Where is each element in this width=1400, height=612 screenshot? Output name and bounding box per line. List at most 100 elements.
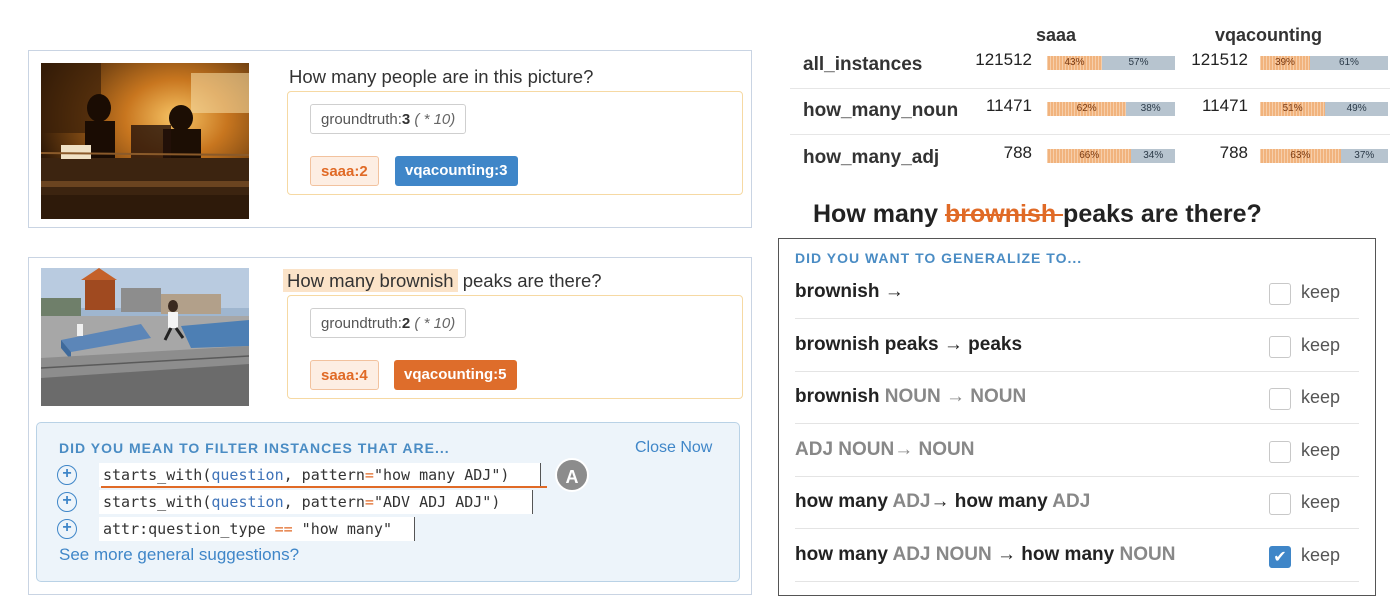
answer-box: groundtruth:2 ( * 10) saaa:4 vqacounting… xyxy=(287,295,743,399)
filter-suggestion[interactable]: + starts_with(question, pattern="how man… xyxy=(57,458,717,492)
question-text: How many brownish peaks are there? xyxy=(283,269,602,292)
rule-text: brownish → xyxy=(795,281,904,302)
saaa-prediction-chip[interactable]: saaa:2 xyxy=(310,156,379,186)
checkmark-icon: ✔ xyxy=(1273,548,1287,566)
struck-word: brownish xyxy=(944,200,1064,228)
row-divider xyxy=(790,88,1390,89)
generalize-option[interactable]: how many ADJ NOUN → how many NOUN ✔ keep xyxy=(795,530,1359,582)
bar-segment-a: 66% xyxy=(1047,149,1132,163)
more-suggestions-link[interactable]: See more general suggestions? xyxy=(59,545,299,565)
bar-segment-b: 61% xyxy=(1309,56,1388,70)
answer-box: groundtruth:3 ( * 10) saaa:2 vqacounting… xyxy=(287,91,743,195)
generalize-rule: brownish → xyxy=(795,281,904,303)
stat-count-vqacounting: 788 xyxy=(1219,143,1248,162)
filter-suggestion[interactable]: + starts_with(question, pattern="ADV ADJ… xyxy=(57,490,717,514)
model-header-vqacounting: vqacounting xyxy=(1215,25,1322,45)
example-photo-1 xyxy=(41,63,249,219)
groundtruth-key: groundtruth: xyxy=(321,315,402,332)
stat-row-label: how_many_noun xyxy=(803,100,959,121)
filter-code: attr:question_type == "how many" xyxy=(99,517,415,541)
groundtruth-note: ( * 10) xyxy=(414,315,456,332)
stat-bar-vqacounting: 39% 61% xyxy=(1260,56,1388,70)
stat-bar-vqacounting: 51% 49% xyxy=(1260,102,1388,116)
rule-text: brownish xyxy=(795,386,885,407)
generalize-option[interactable]: brownish peaks → peaks keep xyxy=(795,320,1359,372)
question-rest: peaks are there? xyxy=(457,270,602,291)
question-after: peaks are there? xyxy=(1063,200,1262,228)
rewritten-question: How many brownish peaks are there? xyxy=(813,200,1262,229)
pos-tag: NOUN → NOUN xyxy=(884,386,1027,407)
stat-count-saaa: 11471 xyxy=(985,96,1032,115)
filter-suggestion-panel: DID YOU MEAN TO FILTER INSTANCES THAT AR… xyxy=(36,422,740,582)
add-icon[interactable]: + xyxy=(57,492,77,512)
generalize-rule: brownish NOUN → NOUN xyxy=(795,386,1026,408)
generalize-option[interactable]: brownish NOUN → NOUN keep xyxy=(795,372,1359,424)
stat-count-saaa: 788 xyxy=(1003,143,1032,162)
filter-code: starts_with(question, pattern="ADV ADJ A… xyxy=(99,490,533,514)
keep-checkbox[interactable] xyxy=(1269,440,1291,463)
stat-count-vqacounting: 121512 xyxy=(1191,50,1248,69)
vqacounting-prediction-chip[interactable]: vqacounting:3 xyxy=(395,156,518,186)
example-photo-2 xyxy=(41,268,249,406)
bar-segment-b: 49% xyxy=(1325,102,1388,116)
generalize-rule: brownish peaks → peaks xyxy=(795,334,1022,356)
generalize-rule: ADJ NOUN→ NOUN xyxy=(795,439,974,461)
groundtruth-value: 2 xyxy=(401,315,411,332)
bar-segment-b: 37% xyxy=(1340,149,1388,163)
pos-tag: ADJ NOUN xyxy=(892,543,992,565)
rule-text: brownish peaks → peaks xyxy=(795,333,1023,355)
keep-checkbox-checked[interactable]: ✔ xyxy=(1269,545,1291,568)
stat-row-label: all_instances xyxy=(803,54,923,75)
close-now-link[interactable]: Close Now xyxy=(635,439,712,457)
filter-code: starts_with(question, pattern="how many … xyxy=(99,463,541,487)
model-stats-table: saaa vqacounting all_instances 121512 43% 5… xyxy=(790,20,1400,180)
keep-checkbox[interactable] xyxy=(1269,335,1291,358)
generalize-option[interactable]: ADJ NOUN→ NOUN keep xyxy=(795,425,1359,477)
stat-count-vqacounting: 11471 xyxy=(1201,96,1248,115)
question-highlight: How many brownish xyxy=(283,269,458,292)
pos-tag: NOUN xyxy=(1119,543,1176,565)
groundtruth-note: ( * 10) xyxy=(414,111,456,128)
keep-label: keep xyxy=(1301,492,1341,512)
generalize-option[interactable]: how many ADJ→ how many ADJ keep xyxy=(795,477,1359,529)
keep-checkbox[interactable] xyxy=(1269,493,1291,515)
selection-underline xyxy=(101,486,547,488)
filter-suggestion[interactable]: + attr:question_type == "how many" xyxy=(57,517,717,541)
rule-text: ADJ NOUN→ NOUN xyxy=(795,438,975,460)
stat-bar-vqacounting: 63% 37% xyxy=(1260,149,1388,163)
pos-tag: ADJ xyxy=(892,491,931,512)
bar-segment-a: 63% xyxy=(1260,149,1341,163)
rule-text: how many xyxy=(795,491,893,512)
keep-label: keep xyxy=(1301,544,1341,565)
keep-checkbox[interactable] xyxy=(1269,283,1291,305)
generalize-panel: DID YOU WANT TO GENERALIZE TO... brownis… xyxy=(778,238,1376,596)
add-icon[interactable]: + xyxy=(57,465,77,485)
keep-label: keep xyxy=(1301,439,1341,460)
generalize-panel-title: DID YOU WANT TO GENERALIZE TO... xyxy=(795,250,1083,266)
stat-bar-saaa: 62% 38% xyxy=(1047,102,1175,116)
add-icon[interactable]: + xyxy=(57,519,77,539)
groundtruth-value: 3 xyxy=(401,111,411,128)
generalize-option[interactable]: brownish → keep xyxy=(795,267,1359,319)
bar-segment-b: 57% xyxy=(1102,56,1175,70)
example-card-1: How many people are in this picture? gro… xyxy=(28,50,752,228)
groundtruth-key: groundtruth: xyxy=(321,111,402,128)
rule-text: → how many xyxy=(930,491,1053,512)
generalize-rule: how many ADJ NOUN → how many NOUN xyxy=(795,544,1175,566)
keep-checkbox[interactable] xyxy=(1269,388,1291,410)
vqacounting-prediction-chip[interactable]: vqacounting:5 xyxy=(394,360,517,390)
stat-row-label: how_many_adj xyxy=(803,147,940,168)
generalize-rule: how many ADJ→ how many ADJ xyxy=(795,491,1090,513)
stat-bar-saaa: 43% 57% xyxy=(1047,56,1175,70)
keep-label: keep xyxy=(1301,387,1341,407)
model-header-saaa: saaa xyxy=(1036,25,1077,45)
rule-text: how many xyxy=(795,543,893,565)
saaa-prediction-chip[interactable]: saaa:4 xyxy=(310,360,379,390)
rule-text: → how many xyxy=(991,543,1120,565)
stat-bar-saaa: 66% 34% xyxy=(1047,149,1175,163)
filter-panel-title: DID YOU MEAN TO FILTER INSTANCES THAT AR… xyxy=(59,440,450,456)
question-text: How many people are in this picture? xyxy=(289,66,594,87)
row-divider xyxy=(790,134,1390,135)
keep-label: keep xyxy=(1301,282,1341,302)
bar-segment-a: 51% xyxy=(1260,102,1326,116)
